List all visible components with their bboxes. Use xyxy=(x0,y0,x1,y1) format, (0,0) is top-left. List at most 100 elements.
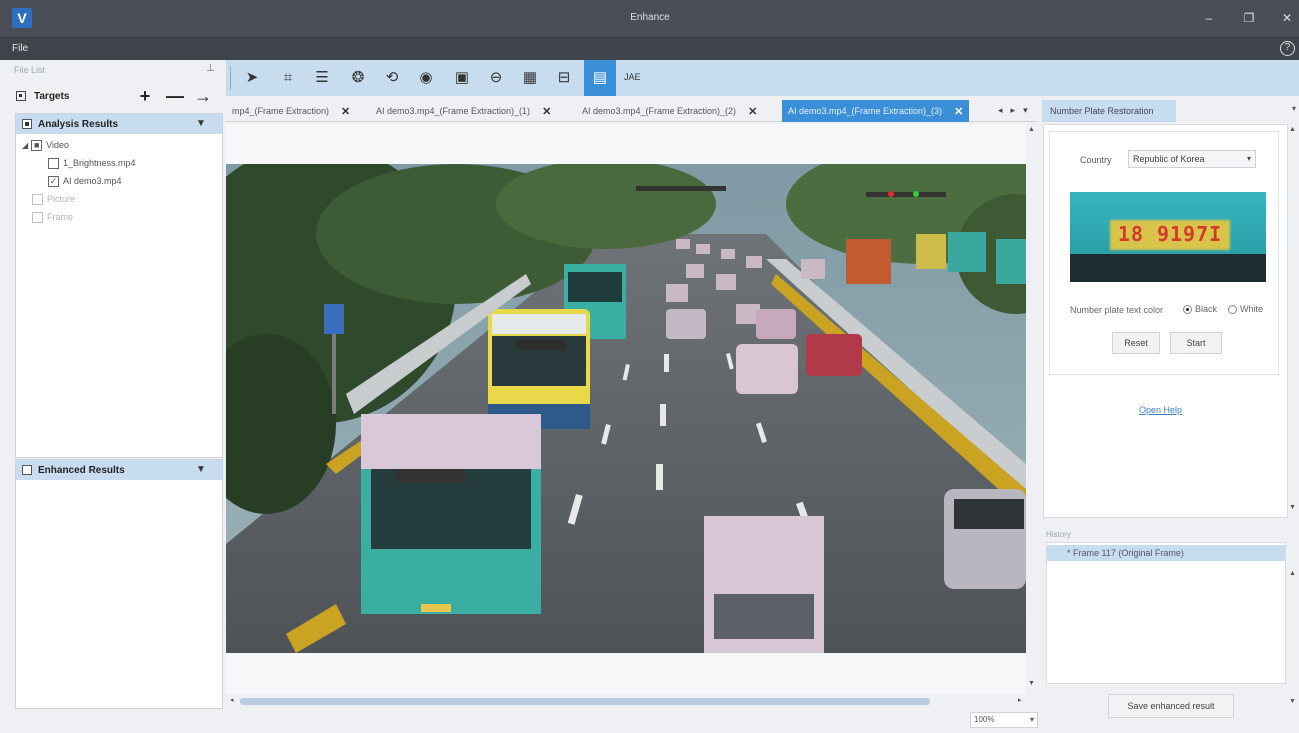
enhanced-results-label: Enhanced Results xyxy=(38,465,125,476)
tab-next-icon[interactable]: ▸ xyxy=(1011,105,1016,116)
tab-frame-extraction-2[interactable]: AI demo3.mp4_(Frame Extraction)_(2) ✕ xyxy=(576,100,763,122)
chevron-down-icon: ▾ xyxy=(1246,154,1251,163)
minimize-button[interactable]: – xyxy=(1194,8,1224,28)
tree-checkbox[interactable]: ■ xyxy=(31,139,43,151)
tab-frame-extraction-1[interactable]: AI demo3.mp4_(Frame Extraction)_(1) ✕ xyxy=(370,100,557,122)
tab-label: mp4_(Frame Extraction) xyxy=(232,106,330,116)
crop-icon[interactable]: ⌗ xyxy=(274,64,302,92)
scroll-left-icon[interactable]: ◂ xyxy=(230,696,234,704)
radio-dot[interactable] xyxy=(1228,304,1237,314)
targets-label: Targets xyxy=(34,91,70,102)
stabilize-icon[interactable]: ❂ xyxy=(344,64,372,92)
tree-label: Video xyxy=(46,140,70,150)
left-panel: File List ⊥ Targets + — → Analysis Resul… xyxy=(8,60,223,733)
image-viewer[interactable] xyxy=(226,124,1026,694)
history-list: * Frame 117 (Original Frame) xyxy=(1046,542,1286,684)
close-button[interactable]: ✕ xyxy=(1272,8,1299,28)
toolbar-divider xyxy=(230,66,231,90)
reset-button[interactable]: Reset xyxy=(1112,332,1160,354)
tree-item-brightness[interactable]: 1_Brightness.mp4 xyxy=(22,154,218,172)
enhanced-results-header[interactable]: Enhanced Results ▼ xyxy=(16,460,222,480)
video-frame[interactable] xyxy=(226,164,1026,653)
help-icon[interactable]: ? xyxy=(1280,41,1295,56)
tree-checkbox[interactable]: ✓ xyxy=(48,175,59,187)
right-panel-scrollbar[interactable]: ▲ ▼ ▲ ▼ xyxy=(1288,124,1298,705)
remove-target-button[interactable]: — xyxy=(166,86,184,106)
tab-menu-icon[interactable]: ▾ xyxy=(1023,105,1028,116)
right-panel: Number Plate Restoration ▾ Country Repub… xyxy=(1040,100,1299,733)
vertical-scrollbar[interactable]: ▲ ▼ xyxy=(1026,124,1038,694)
zoom-value: 100% xyxy=(974,715,995,724)
maximize-button[interactable]: ❐ xyxy=(1234,8,1264,28)
plate-text: 18 9197I xyxy=(1117,222,1223,246)
tab-nav: ◂ ▸ ▾ xyxy=(998,105,1028,116)
plate-icon[interactable]: ▤ xyxy=(584,60,616,96)
close-tab-icon[interactable]: ✕ xyxy=(341,105,350,118)
scroll-down-icon[interactable]: ▼ xyxy=(1028,680,1035,687)
tree-checkbox[interactable] xyxy=(48,157,59,169)
close-tab-icon[interactable]: ✕ xyxy=(954,105,963,118)
expand-icon[interactable]: ◢ xyxy=(22,141,28,150)
mosaic-icon[interactable]: ▦ xyxy=(516,64,544,92)
radio-black[interactable]: Black xyxy=(1183,304,1217,314)
country-label: Country xyxy=(1080,155,1112,165)
menu-file[interactable]: File xyxy=(12,43,28,54)
collapse-icon[interactable]: ▼ xyxy=(196,464,206,475)
tree-item-frame[interactable]: Frame xyxy=(22,208,218,226)
extra-tool-label[interactable]: JAE xyxy=(624,72,641,82)
targets-icon xyxy=(16,91,26,101)
tree-label: 1_Brightness.mp4 xyxy=(63,158,136,168)
analysis-results-label: Analysis Results xyxy=(38,119,119,130)
history-item[interactable]: * Frame 117 (Original Frame) xyxy=(1047,545,1285,561)
tree-checkbox[interactable] xyxy=(32,193,43,205)
compare-icon[interactable]: ⊟ xyxy=(550,64,578,92)
radio-label: White xyxy=(1240,304,1264,314)
tab-frame-extraction-3[interactable]: AI demo3.mp4_(Frame Extraction)_(3) ✕ xyxy=(782,100,970,122)
tree-checkbox[interactable] xyxy=(32,211,43,223)
zoom-select[interactable]: 100% ▾ xyxy=(970,712,1038,728)
analysis-results-header[interactable]: Analysis Results ▼ xyxy=(16,114,222,134)
radio-white[interactable]: White xyxy=(1228,304,1263,314)
enhanced-results-checkbox[interactable] xyxy=(22,465,32,475)
tab-label: AI demo3.mp4_(Frame Extraction)_(1) xyxy=(376,106,531,116)
tab-prev-icon[interactable]: ◂ xyxy=(998,105,1003,116)
radio-dot[interactable] xyxy=(1183,304,1192,314)
add-target-button[interactable]: + xyxy=(136,86,154,106)
scroll-up-icon[interactable]: ▲ xyxy=(1289,126,1296,133)
rotate-icon[interactable]: ⟲ xyxy=(378,64,406,92)
tree-item-video[interactable]: ◢ ■ Video xyxy=(22,136,218,154)
collapse-icon[interactable]: ▼ xyxy=(196,118,206,129)
tree-item-picture[interactable]: Picture xyxy=(22,190,218,208)
plate-preview-image: 18 9197I xyxy=(1070,192,1266,282)
tab-number-plate-restoration[interactable]: Number Plate Restoration xyxy=(1042,100,1176,122)
open-help-link[interactable]: Open Help xyxy=(1139,405,1182,415)
tab-frame-extraction[interactable]: mp4_(Frame Extraction) ✕ xyxy=(226,100,356,122)
scroll-right-icon[interactable]: ▸ xyxy=(1018,696,1022,704)
scroll-up-icon[interactable]: ▲ xyxy=(1289,570,1296,577)
start-button[interactable]: Start xyxy=(1170,332,1222,354)
close-tab-icon[interactable]: ✕ xyxy=(542,105,551,118)
tab-bar: mp4_(Frame Extraction) ✕ AI demo3.mp4_(Fr… xyxy=(226,100,1038,122)
adjust-icon[interactable]: ☰ xyxy=(308,64,336,92)
scroll-down-icon[interactable]: ▼ xyxy=(1289,698,1296,705)
pin-icon[interactable]: ⊥ xyxy=(206,63,215,74)
select-arrow-icon[interactable]: ➤ xyxy=(238,64,266,92)
focus-icon[interactable]: ◉ xyxy=(412,64,440,92)
panel-menu-icon[interactable]: ▾ xyxy=(1292,104,1296,113)
tree-label: AI demo3.mp4 xyxy=(63,176,122,186)
tab-label: AI demo3.mp4_(Frame Extraction)_(3) xyxy=(788,106,943,116)
import-target-button[interactable]: → xyxy=(194,86,212,106)
scroll-down-icon[interactable]: ▼ xyxy=(1289,504,1296,511)
app-logo: V xyxy=(12,8,32,28)
tab-label: AI demo3.mp4_(Frame Extraction)_(2) xyxy=(582,106,737,116)
horizontal-scrollbar[interactable]: ◂ ▸ xyxy=(230,696,1026,706)
save-enhanced-button[interactable]: Save enhanced result xyxy=(1108,694,1234,718)
deblur-icon[interactable]: ⊖ xyxy=(482,64,510,92)
country-select[interactable]: Republic of Korea ▾ xyxy=(1128,150,1256,168)
frame-icon[interactable]: ▣ xyxy=(448,64,476,92)
close-tab-icon[interactable]: ✕ xyxy=(748,105,757,118)
scroll-up-icon[interactable]: ▲ xyxy=(1028,126,1035,133)
scrollbar-thumb[interactable] xyxy=(240,698,930,705)
analysis-results-checkbox[interactable] xyxy=(22,119,32,129)
tree-item-demo3[interactable]: ✓ AI demo3.mp4 xyxy=(22,172,218,190)
